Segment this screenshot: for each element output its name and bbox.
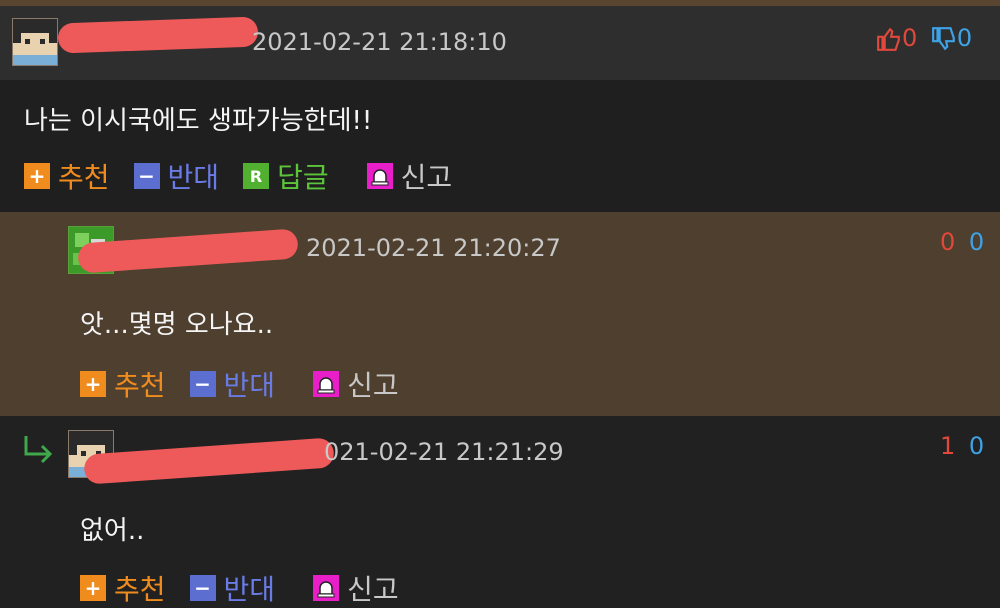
- report-label: 신고: [347, 369, 399, 402]
- thumbs-up-icon[interactable]: [876, 26, 902, 52]
- siren-icon: [366, 163, 393, 189]
- redacted-nickname[interactable]: [83, 437, 335, 485]
- recommend-button[interactable]: + 추천: [24, 156, 110, 196]
- avatar[interactable]: [12, 18, 58, 66]
- reply-arrow-icon: [24, 436, 53, 464]
- comment-text: 앗...몇명 오나요..: [80, 310, 274, 340]
- report-button[interactable]: 신고: [366, 156, 453, 196]
- comment-actions: + 추천 − 반대 R 답글 신고: [24, 156, 476, 196]
- downvote-count: 0: [956, 24, 973, 52]
- upvote-count: 1: [940, 432, 956, 460]
- report-button[interactable]: 신고: [313, 364, 399, 404]
- plus-icon: +: [80, 575, 106, 601]
- siren-icon: [313, 575, 340, 601]
- vote-counts: 0 0: [876, 24, 972, 52]
- recommend-button[interactable]: + 추천: [80, 364, 166, 404]
- oppose-label: 반대: [167, 161, 220, 194]
- oppose-button[interactable]: − 반대: [189, 364, 276, 404]
- reply-button[interactable]: R 답글: [243, 156, 329, 196]
- comment-header: 2021-02-21 21:18:10 0 0: [0, 6, 1000, 80]
- report-label: 신고: [400, 161, 453, 194]
- oppose-label: 반대: [223, 369, 276, 402]
- upvote-count: 0: [940, 228, 956, 256]
- recommend-label: 추천: [114, 573, 166, 606]
- oppose-label: 반대: [223, 573, 276, 606]
- comment-date: 2021-02-21 21:18:10: [252, 28, 507, 56]
- comment-reply: 2021-02-21 21:20:27 0 0 앗...몇명 오나요.. + 추…: [0, 212, 1000, 416]
- pixel-avatar-icon: [13, 19, 57, 65]
- oppose-button[interactable]: − 반대: [133, 156, 220, 196]
- plus-icon: +: [24, 163, 50, 189]
- upvote-count: 0: [902, 24, 918, 52]
- comment-actions: + 추천 − 반대 신고: [80, 568, 423, 608]
- siren-icon: [313, 371, 340, 397]
- recommend-button[interactable]: + 추천: [80, 568, 166, 608]
- downvote-count: 0: [968, 432, 985, 460]
- comment: 2021-02-21 21:18:10 0 0 나는 이시국에도 생파가능한데!…: [0, 6, 1000, 212]
- recommend-label: 추천: [114, 369, 166, 402]
- vote-counts: 1 0: [940, 432, 984, 460]
- comment-date: 2021-02-21 21:20:27: [306, 234, 561, 262]
- plus-icon: +: [80, 371, 106, 397]
- comment-reply: 021-02-21 21:21:29 1 0 없어.. + 추천 − 반대 신고: [0, 416, 1000, 606]
- recommend-label: 추천: [58, 161, 110, 194]
- report-button[interactable]: 신고: [313, 568, 399, 608]
- vote-counts: 0 0: [940, 228, 984, 256]
- comment-actions: + 추천 − 반대 신고: [80, 364, 423, 404]
- minus-icon: −: [189, 575, 216, 601]
- minus-icon: −: [189, 371, 216, 397]
- downvote-count: 0: [968, 228, 985, 256]
- comment-text: 나는 이시국에도 생파가능한데!!: [24, 106, 373, 136]
- minus-icon: −: [133, 163, 160, 189]
- comment-date: 021-02-21 21:21:29: [324, 438, 564, 466]
- thumbs-down-icon[interactable]: [931, 26, 957, 52]
- comment-text: 없어..: [80, 516, 145, 546]
- reply-icon: R: [243, 163, 270, 189]
- redacted-nickname[interactable]: [57, 16, 259, 54]
- report-label: 신고: [347, 573, 399, 606]
- oppose-button[interactable]: − 반대: [189, 568, 276, 608]
- reply-label: 답글: [277, 161, 329, 194]
